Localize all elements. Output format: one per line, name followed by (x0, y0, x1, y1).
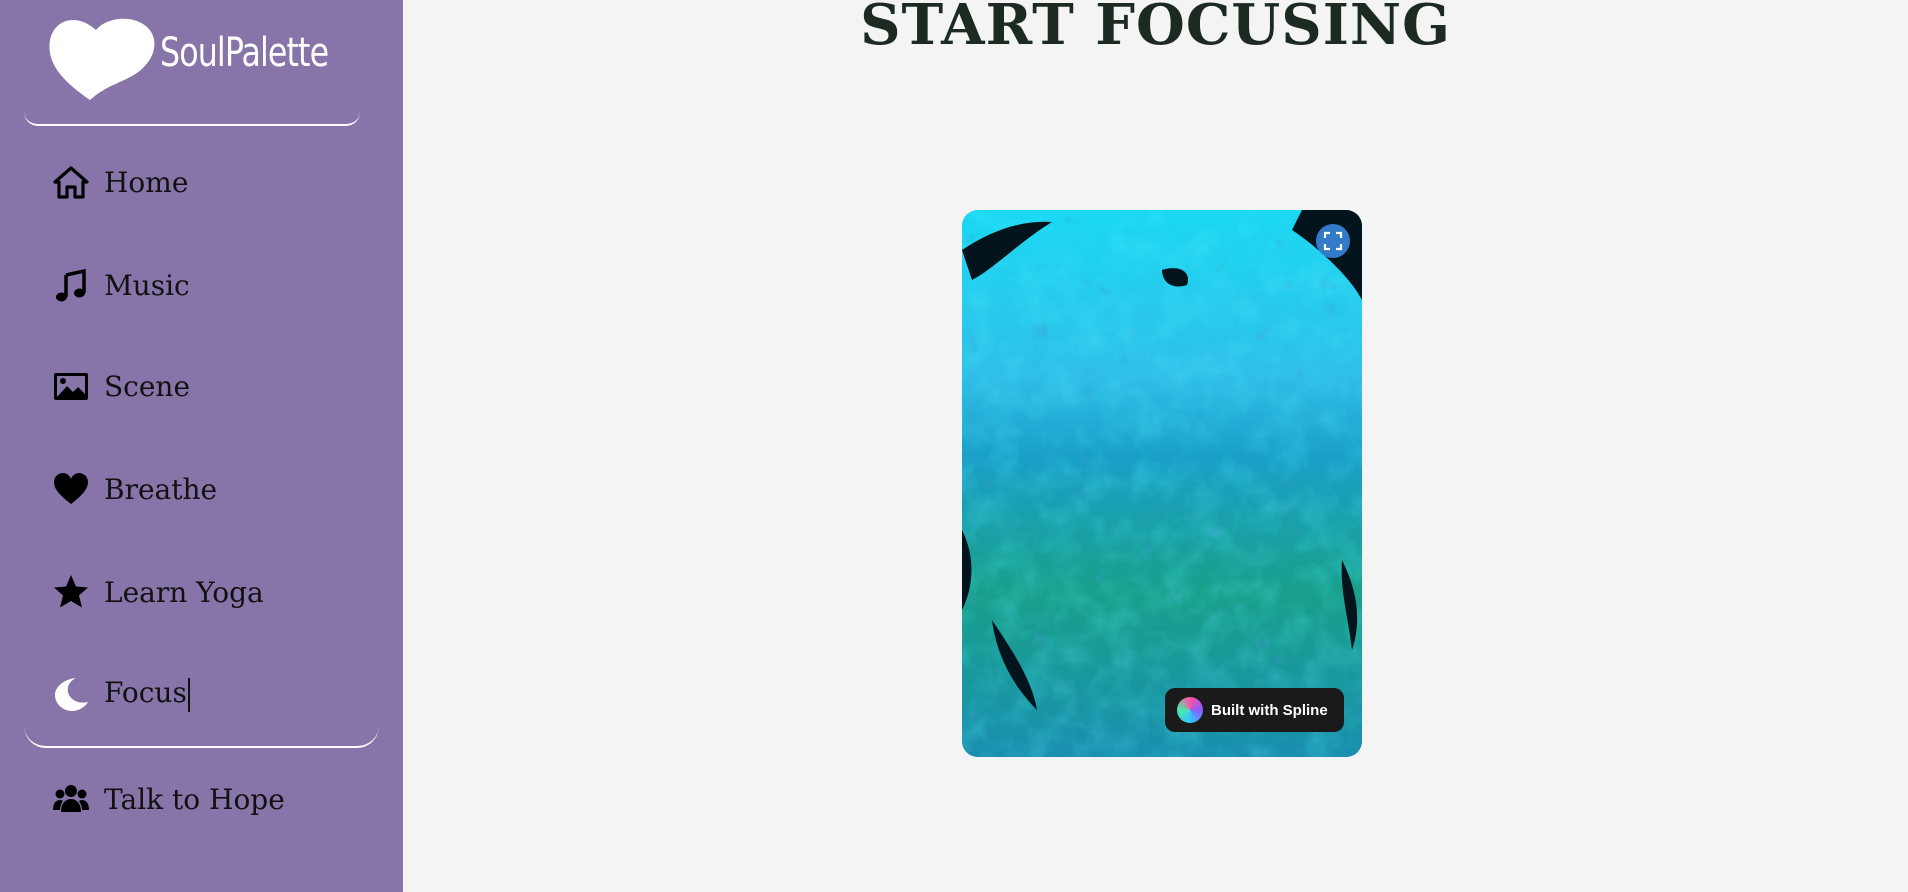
music-note-icon (52, 266, 90, 304)
focus-scene-canvas[interactable]: Built with Spline (962, 210, 1362, 757)
image-icon (52, 367, 90, 405)
nav-label: Home (104, 165, 189, 199)
nav-item-talk-to-hope[interactable]: Talk to Hope (52, 777, 285, 821)
built-with-spline-badge[interactable]: Built with Spline (1165, 688, 1344, 732)
star-icon (52, 573, 90, 611)
nav-label: Talk to Hope (104, 782, 285, 816)
nav-item-home[interactable]: Home (52, 160, 188, 204)
page-title: START FOCUSING (860, 0, 1451, 58)
fullscreen-button[interactable] (1316, 224, 1350, 258)
nav-item-learn-yoga[interactable]: Learn Yoga (52, 570, 264, 614)
spline-badge-label: Built with Spline (1211, 701, 1328, 719)
heart-icon (52, 470, 90, 508)
nav-label: Breathe (104, 472, 218, 506)
active-indicator (24, 700, 379, 748)
sidebar: SoulPalette Home Music Scene Breathe Lea… (0, 0, 403, 892)
brand-name: SoulPalette (160, 30, 329, 76)
fullscreen-icon (1323, 231, 1343, 251)
nav-label: Scene (104, 369, 191, 403)
users-icon (52, 780, 90, 818)
nav-label: Learn Yoga (104, 575, 264, 609)
spline-logo-icon (1177, 697, 1203, 723)
nav-label: Music (104, 268, 190, 302)
nav-item-music[interactable]: Music (52, 263, 190, 307)
brand[interactable]: SoulPalette (24, 0, 360, 126)
water-scene-image (962, 210, 1362, 757)
home-icon (52, 163, 90, 201)
nav-item-breathe[interactable]: Breathe (52, 467, 217, 511)
nav-item-scene[interactable]: Scene (52, 364, 190, 408)
heart-icon (49, 18, 155, 100)
